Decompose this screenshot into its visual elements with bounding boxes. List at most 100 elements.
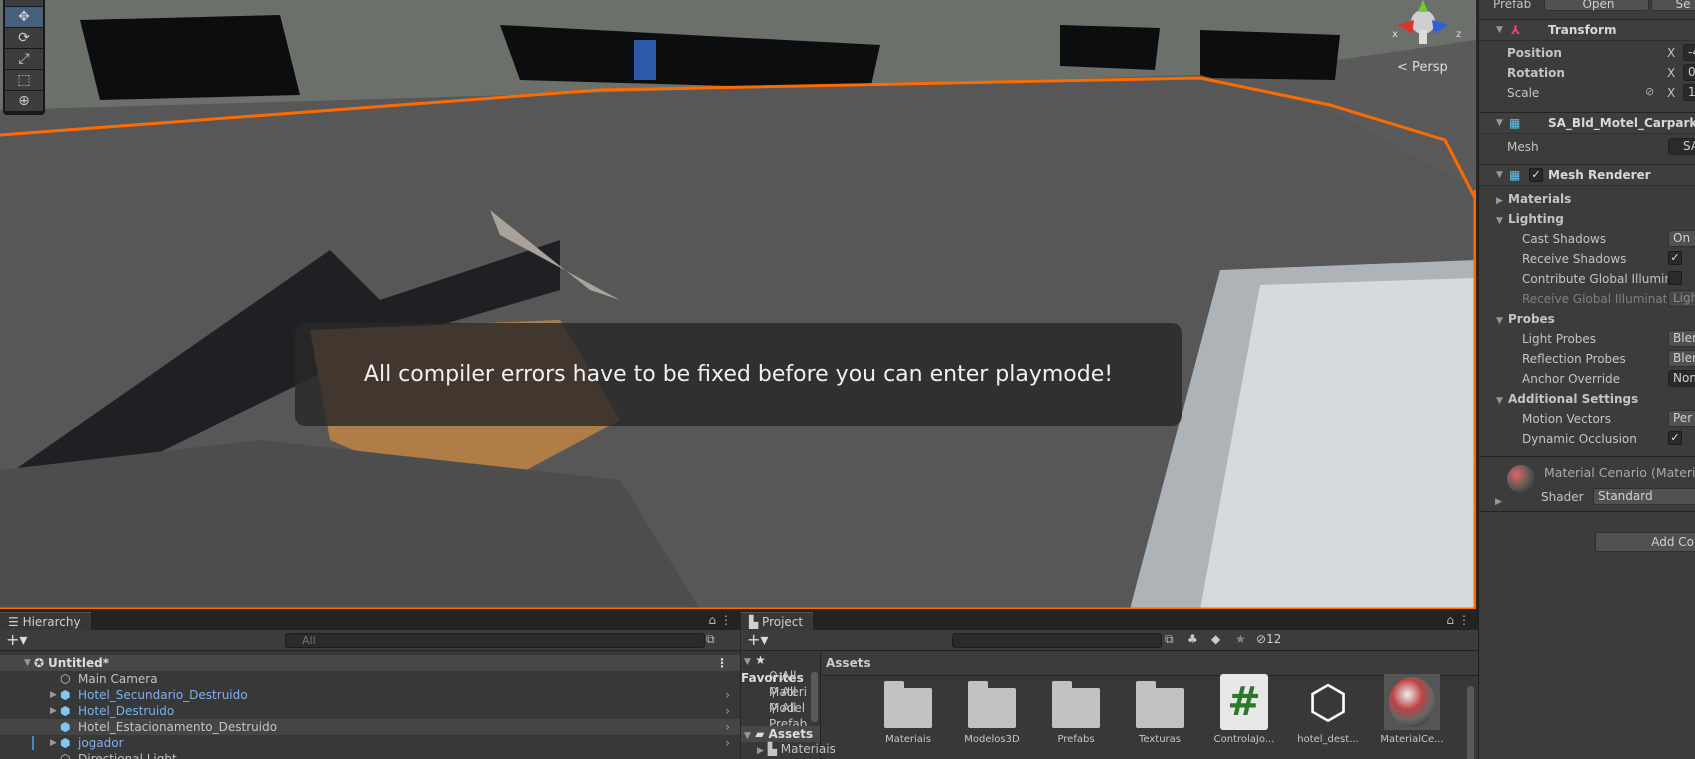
hidden-packages-toggle[interactable]: ⊘12 — [1256, 632, 1281, 646]
search-options-icon[interactable]: ⧉ — [706, 632, 715, 647]
cast-shadows-dropdown[interactable]: On — [1668, 230, 1695, 247]
motion-vectors-label: Motion Vectors — [1522, 412, 1611, 426]
receive-shadows-checkbox[interactable]: ✓ — [1668, 251, 1682, 265]
tab-hierarchy[interactable]: ☰ Hierarchy — [0, 612, 91, 630]
projection-toggle[interactable]: < Persp — [1397, 60, 1448, 75]
gizmo-x-label: x — [1392, 29, 1398, 40]
material-preview-sphere — [1507, 465, 1535, 493]
material-name: Material Cenario (Material — [1544, 465, 1695, 480]
more-menu-icon[interactable]: ⋮ — [1458, 613, 1470, 627]
rotation-x-field[interactable]: 0 — [1683, 64, 1695, 81]
probes-foldout[interactable]: Probes — [1508, 312, 1555, 326]
position-x-field[interactable]: -45 — [1683, 44, 1695, 61]
favorite-search-item[interactable]: ⚲ All Model — [741, 684, 820, 715]
expand-arrow-icon[interactable]: ▶ — [50, 703, 57, 719]
scene-view[interactable]: x z ✥ ⟳ ⤢ ⬚ ⊕ < Persp All compiler error… — [0, 0, 1476, 609]
mesh-filter-title: SA_Bld_Motel_Carpark_01 — [1548, 116, 1695, 130]
scene-menu-icon[interactable]: ⋮ — [716, 655, 728, 671]
favorite-search-item[interactable]: ⚲ All Prefab — [741, 700, 820, 731]
gameobject-cube-icon: ⬡ — [60, 752, 71, 759]
create-dropdown[interactable]: +▾ — [747, 630, 768, 649]
asset-script[interactable]: # ControlaJo... — [1209, 670, 1279, 745]
anchor-override-field[interactable]: None — [1668, 370, 1695, 387]
transform-header[interactable]: ▼ ⅄ Transform — [1479, 19, 1695, 41]
additional-settings-foldout[interactable]: Additional Settings — [1508, 392, 1638, 406]
folder-icon: ▙ — [749, 615, 763, 629]
favorite-star-icon[interactable]: ★ — [1235, 632, 1246, 646]
tree-favorites[interactable]: ▼ ★ Favorites — [741, 652, 820, 685]
prefab-label: Prefab — [1493, 0, 1532, 11]
move-tool-icon[interactable]: ✥ — [5, 7, 43, 27]
scale-tool-icon[interactable]: ⤢ — [5, 49, 43, 69]
folder-icon — [1136, 681, 1184, 728]
hierarchy-item[interactable]: ⬢ Hotel_Estacionamento_Destruido › — [0, 719, 740, 735]
lock-icon[interactable]: ⌂ — [1446, 613, 1454, 627]
tree-materiais[interactable]: ▶ ▙ Materiais — [741, 742, 836, 757]
view-tool-icon[interactable] — [5, 0, 43, 6]
material-sphere-icon — [1384, 674, 1440, 730]
hierarchy-search-input[interactable]: All — [285, 633, 705, 648]
scale-label: Scale — [1507, 86, 1540, 100]
chevron-right-icon[interactable]: › — [725, 719, 730, 735]
motion-vectors-dropdown[interactable]: Per Ol — [1668, 410, 1695, 427]
transform-tool-icon[interactable]: ⊕ — [5, 91, 43, 111]
light-probes-label: Light Probes — [1522, 332, 1597, 346]
scene-render[interactable]: x z — [0, 0, 1476, 609]
create-dropdown[interactable]: +▾ — [6, 630, 27, 649]
chevron-right-icon[interactable]: › — [725, 735, 730, 751]
hierarchy-item[interactable]: ▶ ⬢ Hotel_Destruido › — [0, 703, 740, 719]
reflection-probes-dropdown[interactable]: Blend — [1668, 350, 1695, 367]
asset-unity-scene[interactable]: ⬡ hotel_dest... — [1293, 670, 1363, 745]
tree-scrollbar[interactable] — [811, 672, 818, 722]
expand-arrow-icon[interactable]: ▶ — [50, 735, 57, 751]
tab-project[interactable]: ▙ Project — [741, 612, 814, 630]
asset-folder[interactable]: Materiais — [873, 670, 943, 745]
rect-tool-icon[interactable]: ⬚ — [5, 70, 43, 90]
expand-arrow-icon[interactable]: ▶ — [50, 687, 57, 703]
filter-by-label-icon[interactable]: ◆ — [1211, 632, 1220, 646]
lock-icon[interactable]: ⌂ — [708, 613, 716, 627]
asset-folder[interactable]: Prefabs — [1041, 670, 1111, 745]
hierarchy-item[interactable]: ⬡ Main Camera — [0, 671, 740, 687]
mesh-renderer-enabled-checkbox[interactable]: ✓ — [1529, 168, 1543, 182]
position-x-axis: X — [1667, 46, 1676, 60]
mesh-renderer-header[interactable]: ▼ ▦ ✓ Mesh Renderer — [1479, 164, 1695, 186]
hierarchy-item[interactable]: ⬡ Directional Light — [0, 751, 740, 759]
project-search-input[interactable] — [952, 633, 1162, 648]
scale-x-field[interactable]: 1 — [1683, 84, 1695, 101]
hierarchy-item[interactable]: ▶ ⬢ jogador › — [0, 735, 740, 751]
add-component-button[interactable]: Add Co — [1595, 532, 1695, 552]
filter-by-type-icon[interactable]: ♣ — [1187, 632, 1198, 646]
prefab-open-button[interactable]: Open — [1544, 0, 1649, 11]
dynamic-occlusion-checkbox[interactable]: ✓ — [1668, 431, 1682, 445]
asset-folder[interactable]: Texturas — [1125, 670, 1195, 745]
chevron-right-icon[interactable]: › — [725, 687, 730, 703]
assets-scrollbar[interactable] — [1467, 686, 1474, 759]
chevron-right-icon[interactable]: › — [725, 703, 730, 719]
rotate-tool-icon[interactable]: ⟳ — [5, 28, 43, 48]
shader-dropdown[interactable]: Standard — [1593, 488, 1695, 505]
materials-foldout[interactable]: Materials — [1508, 192, 1571, 206]
transform-title: Transform — [1548, 23, 1617, 37]
mesh-filter-header[interactable]: ▼ ▦ SA_Bld_Motel_Carpark_01 — [1479, 112, 1695, 134]
gameobject-cube-icon: ⬡ — [60, 672, 71, 686]
hierarchy-item[interactable]: ▶ ⬢ Hotel_Secundario_Destruido › — [0, 687, 740, 703]
prefab-select-button[interactable]: Se — [1651, 0, 1695, 11]
position-label: Position — [1507, 46, 1562, 60]
unity-scene-icon: ⬡ — [1307, 675, 1349, 729]
scene-row[interactable]: ▼ ✪ Untitled* ⋮ — [0, 655, 740, 671]
light-probes-dropdown[interactable]: Blend — [1668, 330, 1695, 347]
scale-x-axis: X — [1667, 86, 1676, 100]
search-options-icon[interactable]: ⧉ — [1165, 632, 1174, 647]
more-menu-icon[interactable]: ⋮ — [720, 613, 732, 627]
favorite-search-item[interactable]: ⚲ All Materi — [741, 668, 820, 699]
contribute-gi-checkbox[interactable] — [1668, 271, 1682, 285]
constrain-proportions-icon[interactable]: ⊘ — [1645, 85, 1654, 98]
asset-material[interactable]: MaterialCe... — [1377, 670, 1447, 745]
asset-folder[interactable]: Modelos3D — [957, 670, 1027, 745]
receive-shadows-label: Receive Shadows — [1522, 252, 1627, 266]
tool-palette: ✥ ⟳ ⤢ ⬚ ⊕ — [3, 0, 45, 115]
mesh-field[interactable]: SA_ — [1668, 138, 1695, 155]
tree-assets[interactable]: ▼ ▰ Assets — [741, 726, 820, 742]
lighting-foldout[interactable]: Lighting — [1508, 212, 1564, 226]
